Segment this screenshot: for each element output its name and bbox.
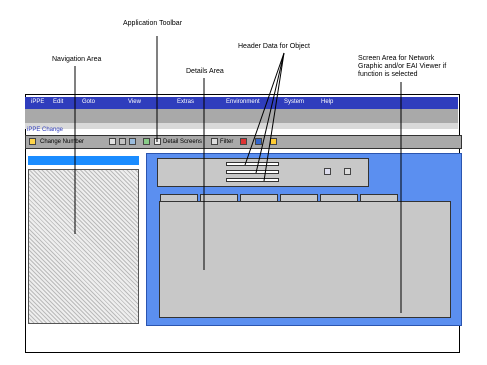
header-leader-line	[255, 52, 285, 174]
callout-leader-lines	[74, 36, 402, 313]
header-leader-line	[263, 52, 285, 182]
header-leader-line	[244, 52, 285, 166]
